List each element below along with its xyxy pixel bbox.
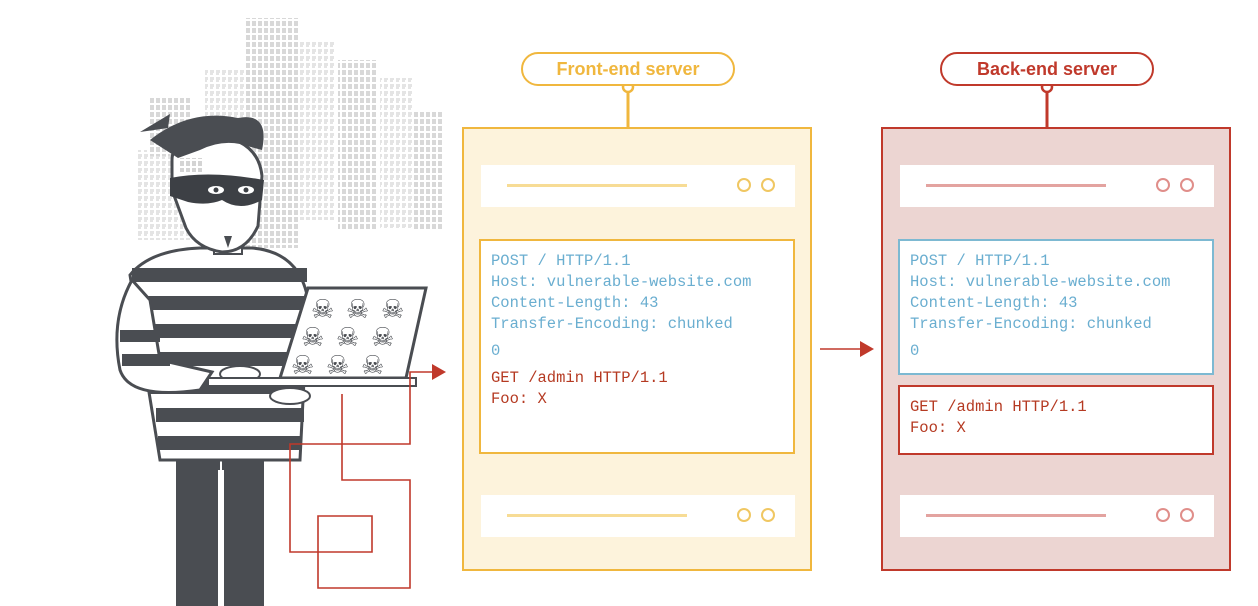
request-line: POST / HTTP/1.1 <box>910 252 1050 270</box>
indicator-icon <box>761 508 775 522</box>
smuggled-line: GET /admin HTTP/1.1 <box>491 369 668 387</box>
svg-text:☠: ☠ <box>346 295 369 325</box>
request-wire <box>289 371 436 589</box>
request-line: Transfer-Encoding: chunked <box>491 315 733 333</box>
indicator-icon <box>1156 508 1170 522</box>
indicator-icon <box>761 178 775 192</box>
svg-text:☠: ☠ <box>311 295 334 325</box>
indicator-icon <box>1156 178 1170 192</box>
svg-text:☠: ☠ <box>301 323 324 353</box>
svg-text:☠: ☠ <box>291 351 314 381</box>
server-slot <box>900 495 1214 537</box>
arrow-right-icon <box>860 341 874 357</box>
request-line: Transfer-Encoding: chunked <box>910 315 1152 333</box>
frontend-request-box: POST / HTTP/1.1 Host: vulnerable-website… <box>479 239 795 454</box>
svg-text:☠: ☠ <box>336 323 359 353</box>
indicator-icon <box>1180 178 1194 192</box>
frontend-server-label: Front-end server <box>521 52 735 86</box>
indicator-icon <box>737 508 751 522</box>
slot-bar <box>926 184 1106 187</box>
request-line: Content-Length: 43 <box>910 294 1078 312</box>
server-slot <box>481 495 795 537</box>
slot-bar <box>507 184 687 187</box>
svg-text:☠: ☠ <box>361 351 384 381</box>
request-line: 0 <box>491 342 501 360</box>
request-line: POST / HTTP/1.1 <box>491 252 631 270</box>
smuggled-line: Foo: X <box>910 419 966 437</box>
backend-smuggled-box: GET /admin HTTP/1.1 Foo: X <box>898 385 1214 455</box>
request-line: Host: vulnerable-website.com <box>491 273 752 291</box>
slot-bar <box>507 514 687 517</box>
arrow-right-icon <box>432 364 446 380</box>
server-slot <box>900 165 1214 207</box>
server-slot <box>481 165 795 207</box>
smuggled-line: GET /admin HTTP/1.1 <box>910 398 1087 416</box>
request-line: 0 <box>910 342 920 360</box>
indicator-icon <box>737 178 751 192</box>
svg-text:☠: ☠ <box>326 351 349 381</box>
backend-server-label: Back-end server <box>940 52 1154 86</box>
svg-text:☠: ☠ <box>381 295 404 325</box>
request-line: Content-Length: 43 <box>491 294 659 312</box>
slot-bar <box>926 514 1106 517</box>
request-line: Host: vulnerable-website.com <box>910 273 1171 291</box>
smuggled-line: Foo: X <box>491 390 547 408</box>
svg-text:☠: ☠ <box>371 323 394 353</box>
backend-request-box: POST / HTTP/1.1 Host: vulnerable-website… <box>898 239 1214 375</box>
indicator-icon <box>1180 508 1194 522</box>
